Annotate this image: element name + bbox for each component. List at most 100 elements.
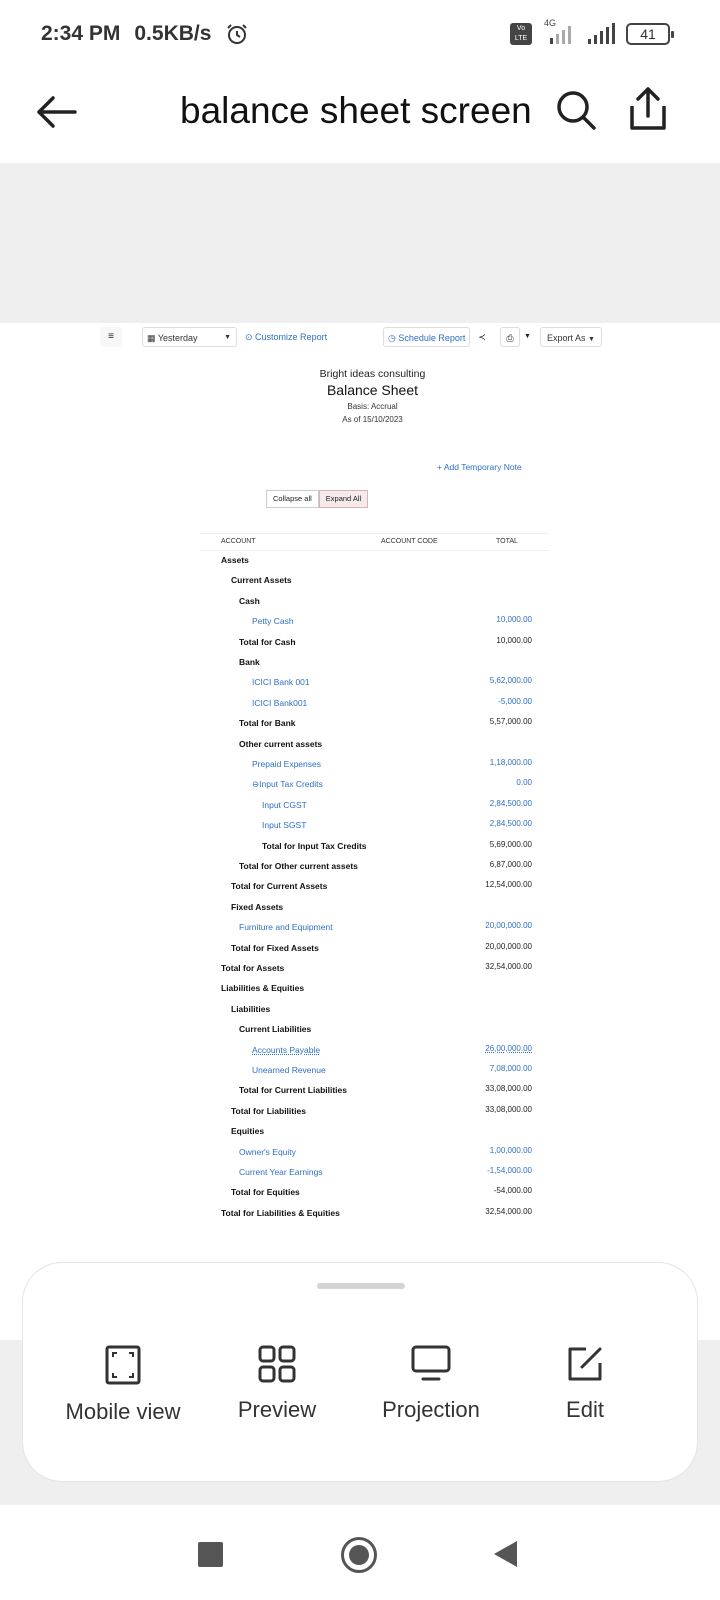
account-name[interactable]: ICICI Bank001 <box>252 698 307 708</box>
account-name[interactable]: Accounts Payable <box>252 1045 320 1055</box>
signal-4g-icon: 4G <box>542 18 576 46</box>
customize-report-link[interactable]: ⊙ Customize Report <box>245 327 327 347</box>
account-name[interactable]: Input CGST <box>262 800 307 810</box>
account-name: Total for Current Assets <box>231 881 328 892</box>
table-row: Fixed Assets <box>200 902 548 916</box>
account-total[interactable]: 0.00 <box>516 778 532 787</box>
system-nav-bar <box>0 1505 720 1600</box>
table-row[interactable]: Accounts Payable 26,00,000.00 <box>200 1044 548 1059</box>
account-name: Fixed Assets <box>231 901 284 912</box>
table-row[interactable]: ICICI Bank001 -5,000.00 <box>200 697 548 712</box>
edit-icon <box>568 1347 602 1381</box>
account-total[interactable]: 20,00,000.00 <box>485 921 532 930</box>
account-name[interactable]: Owner's Equity <box>239 1147 296 1157</box>
table-row[interactable]: Current Year Earnings -1,54,000.00 <box>200 1166 548 1181</box>
schedule-label: Schedule Report <box>398 333 466 343</box>
calendar-icon: ▦ <box>147 333 158 343</box>
account-name[interactable]: Current Year Earnings <box>239 1167 323 1177</box>
table-row: Total for Bank 5,57,000.00 <box>200 717 548 732</box>
status-right: Vo LTE 4G 41 <box>510 18 674 46</box>
account-name[interactable]: Unearned Revenue <box>252 1065 326 1075</box>
expand-all-button[interactable]: Expand All <box>318 490 369 508</box>
share-icon[interactable] <box>628 86 668 132</box>
table-row[interactable]: ICICI Bank 001 5,62,000.00 <box>200 676 548 691</box>
account-total: 20,00,000.00 <box>485 941 532 951</box>
app-bar: balance sheet screen <box>0 70 720 163</box>
table-row: Total for Equities -54,000.00 <box>200 1186 548 1201</box>
account-total: -54,000.00 <box>493 1186 532 1196</box>
report-preview[interactable]: ≡ ▦ Yesterday ▼ ⊙ Customize Report ◷ Sch… <box>0 323 720 1260</box>
battery-icon: 41 <box>626 23 674 45</box>
table-row: Bank <box>200 657 548 671</box>
table-row[interactable]: Prepaid Expenses 1,18,000.00 <box>200 758 548 773</box>
account-name[interactable]: Input SGST <box>262 820 306 830</box>
back-triangle-icon[interactable] <box>494 1541 517 1567</box>
customize-label: Customize Report <box>255 332 328 342</box>
printer-icon[interactable]: ⎙ <box>500 327 520 347</box>
account-total[interactable]: 2,84,500.00 <box>490 819 532 828</box>
account-total[interactable]: 7,08,000.00 <box>490 1064 532 1073</box>
account-name: Total for Cash <box>239 636 296 647</box>
volte-badge: Vo LTE <box>510 23 532 45</box>
preview-button[interactable]: Preview <box>197 1345 357 1423</box>
table-row[interactable]: ⊖Input Tax Credits 0.00 <box>200 778 548 793</box>
alarm-clock-icon <box>227 24 248 44</box>
print-dropdown-icon[interactable]: ▼ <box>524 327 531 347</box>
account-total[interactable]: 1,18,000.00 <box>490 758 532 767</box>
period-value: Yesterday <box>157 333 198 343</box>
account-total[interactable]: 1,00,000.00 <box>490 1146 532 1155</box>
hamburger-icon[interactable]: ≡ <box>100 327 122 347</box>
search-icon[interactable] <box>554 88 598 132</box>
account-total[interactable]: 2,84,500.00 <box>490 799 532 808</box>
mobile-view-button[interactable]: Mobile view <box>43 1345 203 1425</box>
recent-apps-icon[interactable] <box>198 1542 223 1567</box>
arrow-left-icon[interactable] <box>33 92 79 132</box>
account-total: 6,87,000.00 <box>489 860 532 869</box>
table-row[interactable]: Input SGST 2,84,500.00 <box>200 819 548 834</box>
account-name[interactable]: ⊖Input Tax Credits <box>252 779 323 790</box>
table-row[interactable]: Owner's Equity 1,00,000.00 <box>200 1146 548 1161</box>
account-total[interactable]: 26,00,000.00 <box>485 1044 532 1053</box>
column-header-total: TOTAL <box>496 538 518 545</box>
schedule-report-button[interactable]: ◷ Schedule Report <box>383 327 471 347</box>
chevron-down-icon: ▼ <box>588 336 595 343</box>
account-name: Liabilities & Equities <box>221 983 305 994</box>
share-nodes-icon[interactable]: ≺ <box>472 327 492 347</box>
sheet-drag-handle[interactable] <box>317 1283 405 1289</box>
table-row: Total for Liabilities 33,08,000.00 <box>200 1105 548 1120</box>
period-select[interactable]: ▦ Yesterday ▼ <box>142 327 237 347</box>
table-row: Total for Input Tax Credits 5,69,000.00 <box>200 840 548 855</box>
collapse-all-button[interactable]: Collapse all <box>266 490 319 508</box>
projection-button[interactable]: Projection <box>351 1345 511 1423</box>
home-icon[interactable] <box>341 1537 377 1573</box>
table-row: Liabilities & Equities <box>200 983 548 997</box>
account-name[interactable]: Furniture and Equipment <box>239 922 333 932</box>
account-total: 10,000.00 <box>496 635 532 645</box>
table-row[interactable]: Input CGST 2,84,500.00 <box>200 799 548 814</box>
monitor-icon <box>411 1345 451 1381</box>
add-temporary-note-link[interactable]: + Add Temporary Note <box>437 462 522 472</box>
export-label: Export As <box>547 333 586 343</box>
table-row[interactable]: Unearned Revenue 7,08,000.00 <box>200 1064 548 1079</box>
account-total[interactable]: -5,000.00 <box>498 697 532 706</box>
account-total[interactable]: 5,62,000.00 <box>490 676 532 685</box>
account-total: 33,08,000.00 <box>485 1084 532 1094</box>
account-total[interactable]: 10,000.00 <box>496 615 532 624</box>
account-name: Cash <box>239 595 260 606</box>
account-name[interactable]: Petty Cash <box>252 616 294 626</box>
account-name: Total for Assets <box>221 963 285 973</box>
edit-button[interactable]: Edit <box>505 1345 665 1423</box>
account-name[interactable]: Prepaid Expenses <box>252 759 321 769</box>
table-row[interactable]: Petty Cash 10,000.00 <box>200 615 548 630</box>
account-name: Total for Bank <box>239 718 296 729</box>
column-header-account: ACCOUNT <box>221 538 256 545</box>
account-name[interactable]: ICICI Bank 001 <box>252 677 310 687</box>
export-button[interactable]: Export As ▼ <box>540 327 602 347</box>
account-name: Total for Liabilities & Equities <box>221 1207 340 1218</box>
account-total[interactable]: -1,54,000.00 <box>487 1166 532 1175</box>
account-name: Total for Equities <box>231 1187 300 1198</box>
status-left: 2:34 PM 0.5KB/s <box>41 22 249 46</box>
table-row[interactable]: Furniture and Equipment 20,00,000.00 <box>200 921 548 936</box>
account-name: Total for Other current assets <box>239 861 358 871</box>
table-row: Equities <box>200 1126 548 1140</box>
